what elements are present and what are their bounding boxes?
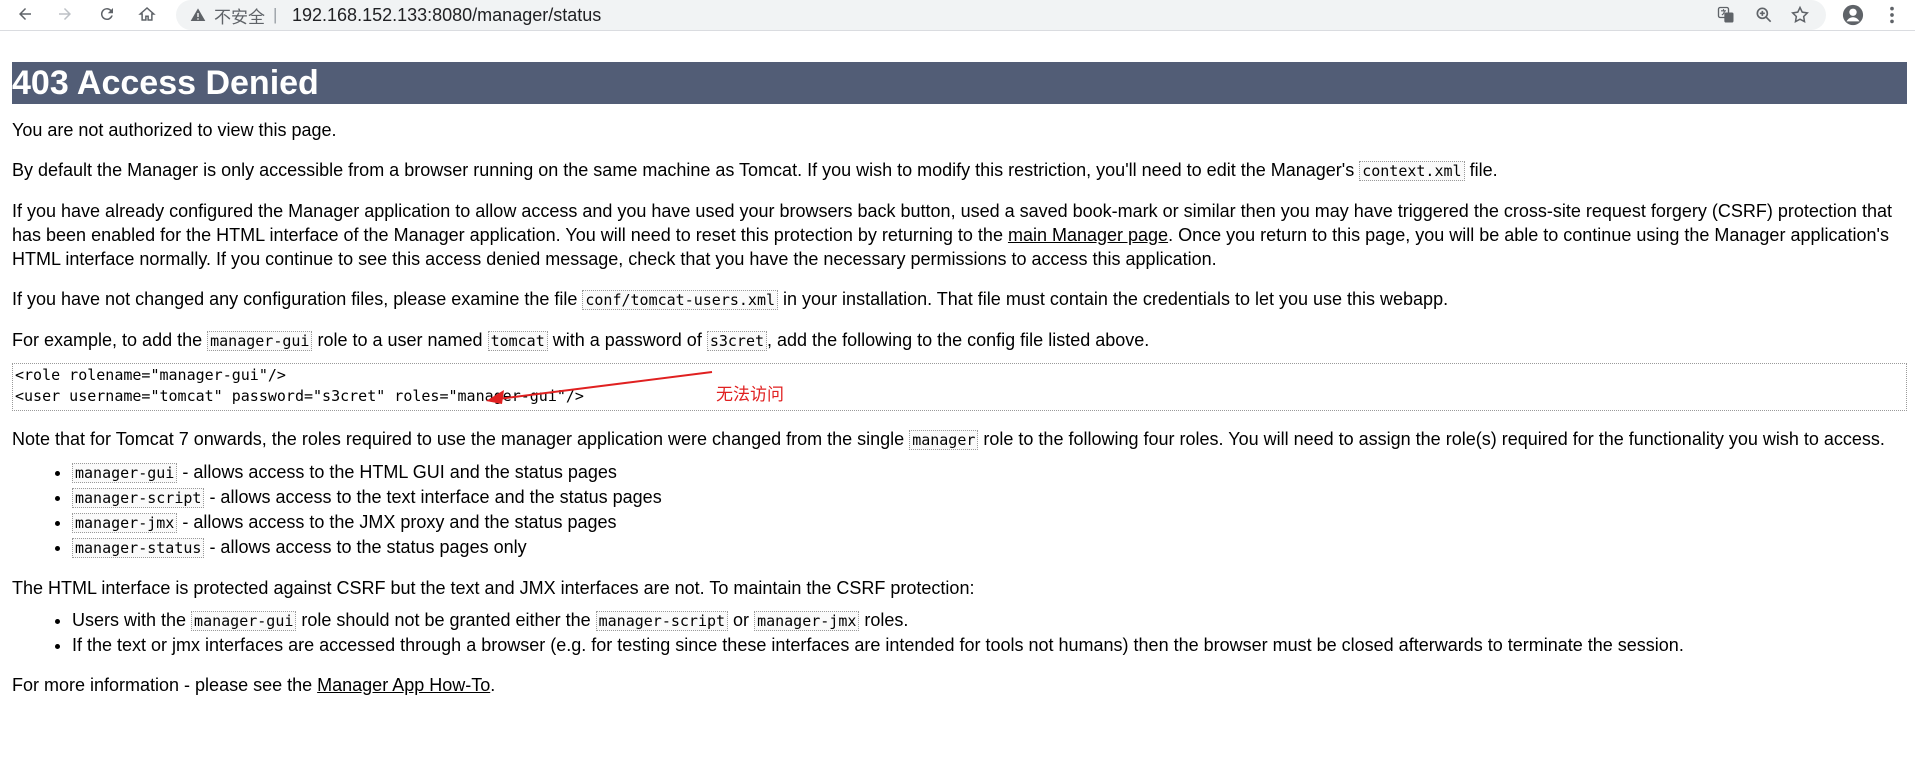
role-description: - allows access to the status pages only (204, 537, 527, 557)
arrow-left-icon (19, 8, 31, 20)
url-text[interactable]: 192.168.152.133:8080/manager/status (292, 0, 601, 30)
annotation-arrow (486, 371, 713, 404)
zoom-icon[interactable] (1754, 5, 1774, 25)
separator: | (273, 5, 278, 24)
role-code: manager-jmx (72, 513, 178, 533)
code-tomcat-users-xml: conf/tomcat-users.xml (582, 290, 779, 310)
text: role should not be granted either the (296, 610, 596, 630)
page-content: 403 Access Denied You are not authorized… (12, 62, 1907, 697)
paragraph-roles-note: Note that for Tomcat 7 onwards, the role… (12, 427, 1907, 452)
code-tomcat: tomcat (487, 331, 548, 351)
role-description: - allows access to the text interface an… (204, 487, 662, 507)
text: Note that for Tomcat 7 onwards, the role… (12, 429, 910, 449)
code-manager-script: manager-script (595, 611, 729, 631)
role-code: manager-gui (72, 463, 178, 483)
list-item: manager-script - allows access to the te… (72, 485, 1907, 510)
example-role-line: <role rolename="manager-gui"/> (15, 366, 286, 384)
list-item: Users with the manager-gui role should n… (72, 608, 1907, 633)
paragraph-more-info: For more information - please see the Ma… (12, 673, 1907, 697)
text: or (728, 610, 755, 630)
code-manager-jmx: manager-jmx (754, 611, 860, 631)
roles-list: manager-gui - allows access to the HTML … (12, 460, 1907, 560)
paragraph-csrf-info: If you have already configured the Manag… (12, 199, 1907, 271)
text: By default the Manager is only accessibl… (12, 160, 1360, 180)
menu-dots-icon[interactable] (1881, 4, 1903, 26)
list-item: manager-gui - allows access to the HTML … (72, 460, 1907, 485)
security-indicator[interactable]: 不安全 | (190, 0, 285, 30)
main-manager-page-link[interactable]: main Manager page (1008, 225, 1168, 245)
code-manager: manager (909, 430, 979, 450)
page-title: 403 Access Denied (12, 62, 1907, 104)
code-context-xml: context.xml (1359, 161, 1465, 181)
text: file. (1464, 160, 1498, 180)
text: . (490, 675, 496, 695)
translate-icon[interactable] (1716, 5, 1736, 25)
text: with a password of (547, 330, 707, 350)
manager-how-to-link[interactable]: Manager App How-To (317, 675, 490, 695)
list-item: If the text or jmx interfaces are access… (72, 633, 1907, 657)
text: If you have not changed any configuratio… (12, 289, 583, 309)
arrow-right-icon (59, 8, 71, 20)
home-button[interactable] (134, 1, 160, 27)
role-description: - allows access to the JMX proxy and the… (177, 512, 617, 532)
list-item: manager-status - allows access to the st… (72, 535, 1907, 560)
list-item: manager-jmx - allows access to the JMX p… (72, 510, 1907, 535)
bookmark-star-icon[interactable] (1790, 5, 1810, 25)
text: role to a user named (312, 330, 488, 350)
security-label: 不安全 (214, 7, 265, 27)
paragraph-default-access: By default the Manager is only accessibl… (12, 158, 1907, 183)
annotation-label: 无法访问 (716, 385, 784, 405)
reload-button[interactable] (94, 1, 120, 27)
account-avatar-icon[interactable] (1842, 4, 1864, 26)
home-icon (138, 6, 156, 21)
paragraph-csrf-protection: The HTML interface is protected against … (12, 578, 975, 598)
text: in your installation. That file must con… (778, 289, 1449, 309)
role-code: manager-status (72, 538, 205, 558)
browser-toolbar: 不安全 | 192.168.152.133:8080/manager/statu… (0, 0, 1915, 31)
code-s3cret: s3cret (706, 331, 768, 351)
back-button[interactable] (12, 1, 38, 27)
csrf-list: Users with the manager-gui role should n… (12, 608, 1907, 657)
paragraph-example: For example, to add the manager-gui role… (12, 328, 1907, 353)
text: For more information - please see the (12, 675, 318, 695)
code-manager-gui: manager-gui (207, 331, 313, 351)
text: role to the following four roles. You wi… (978, 429, 1885, 449)
config-example-block: <role rolename="manager-gui"/> <user use… (12, 363, 1907, 411)
forward-button[interactable] (52, 1, 78, 27)
text: , add the following to the config file l… (767, 330, 1150, 350)
code-manager-gui: manager-gui (191, 611, 297, 631)
warning-triangle-icon (190, 8, 206, 21)
text: Users with the (72, 610, 192, 630)
paragraph-config-files: If you have not changed any configuratio… (12, 287, 1907, 312)
text: roles. (859, 610, 909, 630)
role-code: manager-script (72, 488, 205, 508)
role-description: - allows access to the HTML GUI and the … (177, 462, 617, 482)
paragraph-not-authorized: You are not authorized to view this page… (12, 120, 337, 140)
reload-icon (100, 8, 113, 21)
address-bar[interactable]: 不安全 | 192.168.152.133:8080/manager/statu… (176, 0, 1826, 30)
text: For example, to add the (12, 330, 208, 350)
